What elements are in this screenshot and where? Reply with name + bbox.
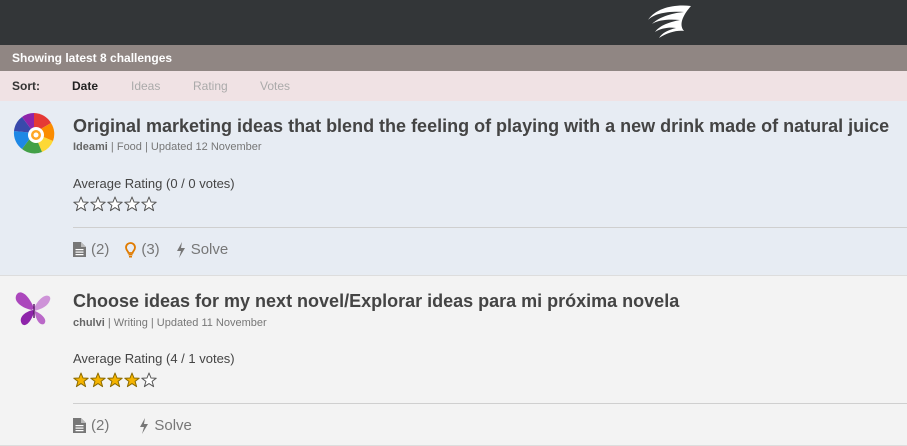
star-filled-icon[interactable] <box>73 372 89 388</box>
document-icon <box>73 242 86 257</box>
challenge-meta: Ideami | Food | Updated 12 November <box>73 141 262 153</box>
challenge-actions: (2) (3) Solve <box>73 241 228 258</box>
average-rating-label: Average Rating (0 / 0 votes) <box>73 176 235 191</box>
lightbulb-icon <box>125 241 137 257</box>
challenge-updated: Updated 11 November <box>156 317 267 329</box>
rating-stars <box>73 196 157 212</box>
meta-separator: | <box>147 317 157 329</box>
meta-separator: | <box>141 141 151 153</box>
solve-label: Solve <box>190 241 229 258</box>
sort-option-rating[interactable]: Rating <box>193 71 228 101</box>
average-rating-label: Average Rating (4 / 1 votes) <box>73 351 235 366</box>
challenge-author[interactable]: Ideami <box>73 141 108 153</box>
challenge-title[interactable]: Choose ideas for my next novel/Explorar … <box>73 291 679 312</box>
wing-logo-icon[interactable] <box>644 4 692 40</box>
ideas-link[interactable]: (3) <box>125 241 160 258</box>
star-empty-icon[interactable] <box>141 372 157 388</box>
challenge-title[interactable]: Original marketing ideas that blend the … <box>73 116 889 137</box>
documents-link[interactable]: (2) <box>73 417 109 434</box>
document-icon <box>73 418 86 433</box>
top-navbar <box>0 0 907 45</box>
star-filled-icon[interactable] <box>90 372 106 388</box>
challenge-updated: Updated 12 November <box>150 141 262 153</box>
documents-count: (2) <box>91 417 110 434</box>
star-empty-icon[interactable] <box>73 196 89 212</box>
sort-option-date[interactable]: Date <box>72 71 98 101</box>
solve-link[interactable]: Solve <box>139 417 192 434</box>
star-empty-icon[interactable] <box>124 196 140 212</box>
ideas-count: (3) <box>141 241 160 258</box>
purple-butterfly-logo-icon[interactable] <box>12 284 56 328</box>
solve-link[interactable]: Solve <box>176 241 229 258</box>
challenge-author[interactable]: chulvi <box>73 317 105 329</box>
star-empty-icon[interactable] <box>141 196 157 212</box>
documents-count: (2) <box>91 241 110 258</box>
sort-option-votes[interactable]: Votes <box>260 71 290 101</box>
sort-option-ideas[interactable]: Ideas <box>131 71 160 101</box>
documents-link[interactable]: (2) <box>73 241 109 258</box>
challenge-category[interactable]: Food <box>117 141 142 153</box>
challenge-card: Choose ideas for my next novel/Explorar … <box>0 276 907 446</box>
rainbow-swirl-logo-icon[interactable] <box>12 111 56 155</box>
challenge-actions: (2) Solve <box>73 417 192 434</box>
sort-bar: Sort: Date Ideas Rating Votes <box>0 71 907 101</box>
star-empty-icon[interactable] <box>90 196 106 212</box>
lightning-bolt-icon <box>140 417 149 434</box>
challenge-card: Original marketing ideas that blend the … <box>0 101 907 276</box>
sort-label: Sort: <box>12 79 40 93</box>
challenge-category[interactable]: Writing <box>114 317 148 329</box>
card-divider <box>73 403 907 404</box>
meta-separator: | <box>107 141 117 153</box>
rating-stars <box>73 372 157 388</box>
star-filled-icon[interactable] <box>124 372 140 388</box>
card-divider <box>73 227 907 228</box>
star-filled-icon[interactable] <box>107 372 123 388</box>
meta-separator: | <box>104 317 114 329</box>
star-empty-icon[interactable] <box>107 196 123 212</box>
solve-label: Solve <box>154 417 192 434</box>
challenge-meta: chulvi | Writing | Updated 11 November <box>73 317 267 329</box>
lightning-bolt-icon <box>176 241 185 258</box>
challenges-count-label: Showing latest 8 challenges <box>0 45 907 71</box>
